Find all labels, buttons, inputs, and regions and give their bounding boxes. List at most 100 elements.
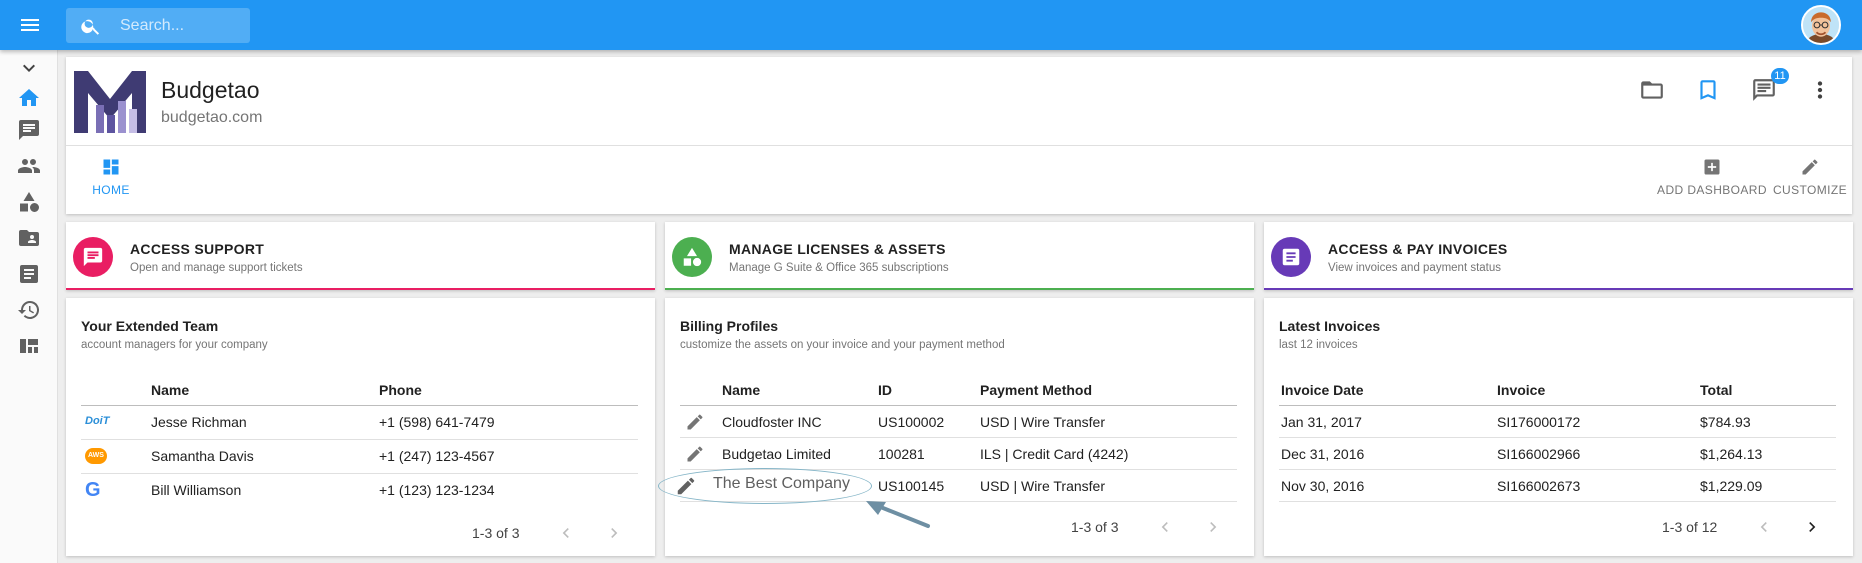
team-member-phone: +1 (598) 641-7479 <box>379 414 495 430</box>
access-support-title: ACCESS SUPPORT <box>130 241 265 257</box>
table-header-row: Invoice Date Invoice Total <box>1279 380 1836 406</box>
billing-payment-method: ILS | Credit Card (4242) <box>980 446 1129 462</box>
next-page-icon[interactable] <box>604 523 624 543</box>
column-header-name: Name <box>151 382 190 398</box>
assets-icon <box>672 237 712 277</box>
pay-invoices-title: ACCESS & PAY INVOICES <box>1328 241 1508 257</box>
pencil-icon <box>1800 157 1820 177</box>
contacts-folder-icon[interactable] <box>17 226 41 250</box>
column-header-invoice-date: Invoice Date <box>1281 382 1364 398</box>
add-box-icon <box>1702 157 1722 177</box>
annotation-arrow <box>864 498 932 532</box>
latest-invoices-card: Latest Invoices last 12 invoices Invoice… <box>1264 298 1853 556</box>
invoice-total: $784.93 <box>1700 414 1751 430</box>
billing-profiles-card: Billing Profiles customize the assets on… <box>665 298 1254 556</box>
column-header-total: Total <box>1700 382 1733 398</box>
column-header-phone: Phone <box>379 382 422 398</box>
table-row[interactable]: Nov 30, 2016 SI166002673 $1,229.09 <box>1279 470 1836 502</box>
team-member-name: Bill Williamson <box>151 482 242 498</box>
invoice-date: Dec 31, 2016 <box>1281 446 1365 462</box>
table-row[interactable]: DoiT Jesse Richman +1 (598) 641-7479 <box>81 406 638 440</box>
invoices-title: Latest Invoices <box>1279 318 1381 334</box>
invoices-icon[interactable] <box>17 262 41 286</box>
billing-profile-id: US100002 <box>878 414 945 430</box>
search-icon <box>80 15 102 37</box>
pay-invoices-subtitle: View invoices and payment status <box>1328 262 1502 274</box>
prev-page-icon[interactable] <box>1754 517 1774 537</box>
invoice-date: Jan 31, 2017 <box>1281 414 1362 430</box>
prev-page-icon[interactable] <box>1155 517 1175 537</box>
invoices-table: Invoice Date Invoice Total Jan 31, 2017 … <box>1279 380 1836 502</box>
search-box[interactable] <box>66 8 250 43</box>
column-header-invoice: Invoice <box>1497 382 1546 398</box>
table-row[interactable]: AWS Samantha Davis +1 (247) 123-4567 <box>81 440 638 474</box>
add-dashboard-button[interactable]: ADD DASHBOARD <box>1654 157 1770 197</box>
billing-profile-id: US100145 <box>878 478 945 494</box>
assets-icon[interactable] <box>17 190 41 214</box>
team-member-name: Jesse Richman <box>151 414 247 430</box>
access-support-subtitle: Open and manage support tickets <box>130 262 303 274</box>
google-logo: G <box>85 479 101 501</box>
folder-icon[interactable] <box>1639 77 1665 103</box>
messages-icon[interactable] <box>17 118 41 142</box>
customize-button[interactable]: CUSTOMIZE <box>1770 157 1850 197</box>
header-divider <box>66 145 1852 146</box>
team-pagination-text: 1-3 of 3 <box>472 525 520 541</box>
invoice-date: Nov 30, 2016 <box>1281 478 1365 494</box>
next-page-icon[interactable] <box>1203 517 1223 537</box>
dashboard-icon <box>101 157 121 177</box>
bookmark-icon[interactable] <box>1695 77 1721 103</box>
home-icon[interactable] <box>17 86 41 110</box>
search-input[interactable] <box>120 16 240 36</box>
next-page-icon[interactable] <box>1802 517 1822 537</box>
add-dashboard-label: ADD DASHBOARD <box>1657 183 1767 197</box>
user-avatar[interactable] <box>1801 5 1841 45</box>
billing-profile-id: 100281 <box>878 446 925 462</box>
table-row[interactable]: G Bill Williamson +1 (123) 123-1234 <box>81 474 638 508</box>
doit-logo: DoiT <box>85 415 110 427</box>
collapse-chevron-icon[interactable] <box>17 56 41 80</box>
people-icon[interactable] <box>17 154 41 178</box>
invoice-icon <box>1271 237 1311 277</box>
edit-pencil-icon[interactable] <box>685 412 705 432</box>
table-row[interactable]: Budgetao Limited 100281 ILS | Credit Car… <box>680 438 1237 470</box>
team-member-name: Samantha Davis <box>151 448 254 464</box>
table-row[interactable]: Jan 31, 2017 SI176000172 $784.93 <box>1279 406 1836 438</box>
table-row[interactable]: Cloudfoster INC US100002 USD | Wire Tran… <box>680 406 1237 438</box>
pay-invoices-card[interactable]: ACCESS & PAY INVOICES View invoices and … <box>1264 222 1853 290</box>
tab-home[interactable]: HOME <box>89 157 133 207</box>
column-header-payment-method: Payment Method <box>980 382 1093 398</box>
history-icon[interactable] <box>17 298 41 322</box>
billing-profile-name: Budgetao Limited <box>722 446 831 462</box>
billing-payment-method: USD | Wire Transfer <box>980 478 1105 494</box>
billing-profile-name[interactable]: The Best Company <box>713 475 850 493</box>
billing-payment-method: USD | Wire Transfer <box>980 414 1105 430</box>
team-member-phone: +1 (247) 123-4567 <box>379 448 495 464</box>
team-title: Your Extended Team <box>81 318 219 334</box>
billing-title: Billing Profiles <box>680 318 779 334</box>
menu-icon[interactable] <box>18 13 42 37</box>
team-subtitle: account managers for your company <box>81 339 268 351</box>
extended-team-card: Your Extended Team account managers for … <box>66 298 655 556</box>
invoice-number[interactable]: SI166002673 <box>1497 478 1580 494</box>
invoice-number[interactable]: SI166002966 <box>1497 446 1580 462</box>
more-vert-icon[interactable] <box>1807 77 1833 103</box>
invoices-subtitle: last 12 invoices <box>1279 339 1358 351</box>
table-header-row: Name ID Payment Method <box>680 380 1237 406</box>
invoices-pagination-text: 1-3 of 12 <box>1662 519 1718 535</box>
edit-pencil-icon[interactable] <box>675 475 697 497</box>
team-member-phone: +1 (123) 123-1234 <box>379 482 495 498</box>
dashboard-icon[interactable] <box>17 334 41 358</box>
billing-profile-name: Cloudfoster INC <box>722 414 822 430</box>
access-support-card[interactable]: ACCESS SUPPORT Open and manage support t… <box>66 222 655 290</box>
company-domain: budgetao.com <box>161 109 263 126</box>
company-header-card: Budgetao budgetao.com 11 HOME ADD DASHBO… <box>66 57 1852 214</box>
prev-page-icon[interactable] <box>556 523 576 543</box>
team-table: Name Phone DoiT Jesse Richman +1 (598) 6… <box>81 380 638 508</box>
manage-licenses-card[interactable]: MANAGE LICENSES & ASSETS Manage G Suite … <box>665 222 1254 290</box>
edit-pencil-icon[interactable] <box>685 444 705 464</box>
table-row[interactable]: Dec 31, 2016 SI166002966 $1,264.13 <box>1279 438 1836 470</box>
invoice-number[interactable]: SI176000172 <box>1497 414 1580 430</box>
sidebar <box>0 50 58 563</box>
column-header-id: ID <box>878 382 892 398</box>
